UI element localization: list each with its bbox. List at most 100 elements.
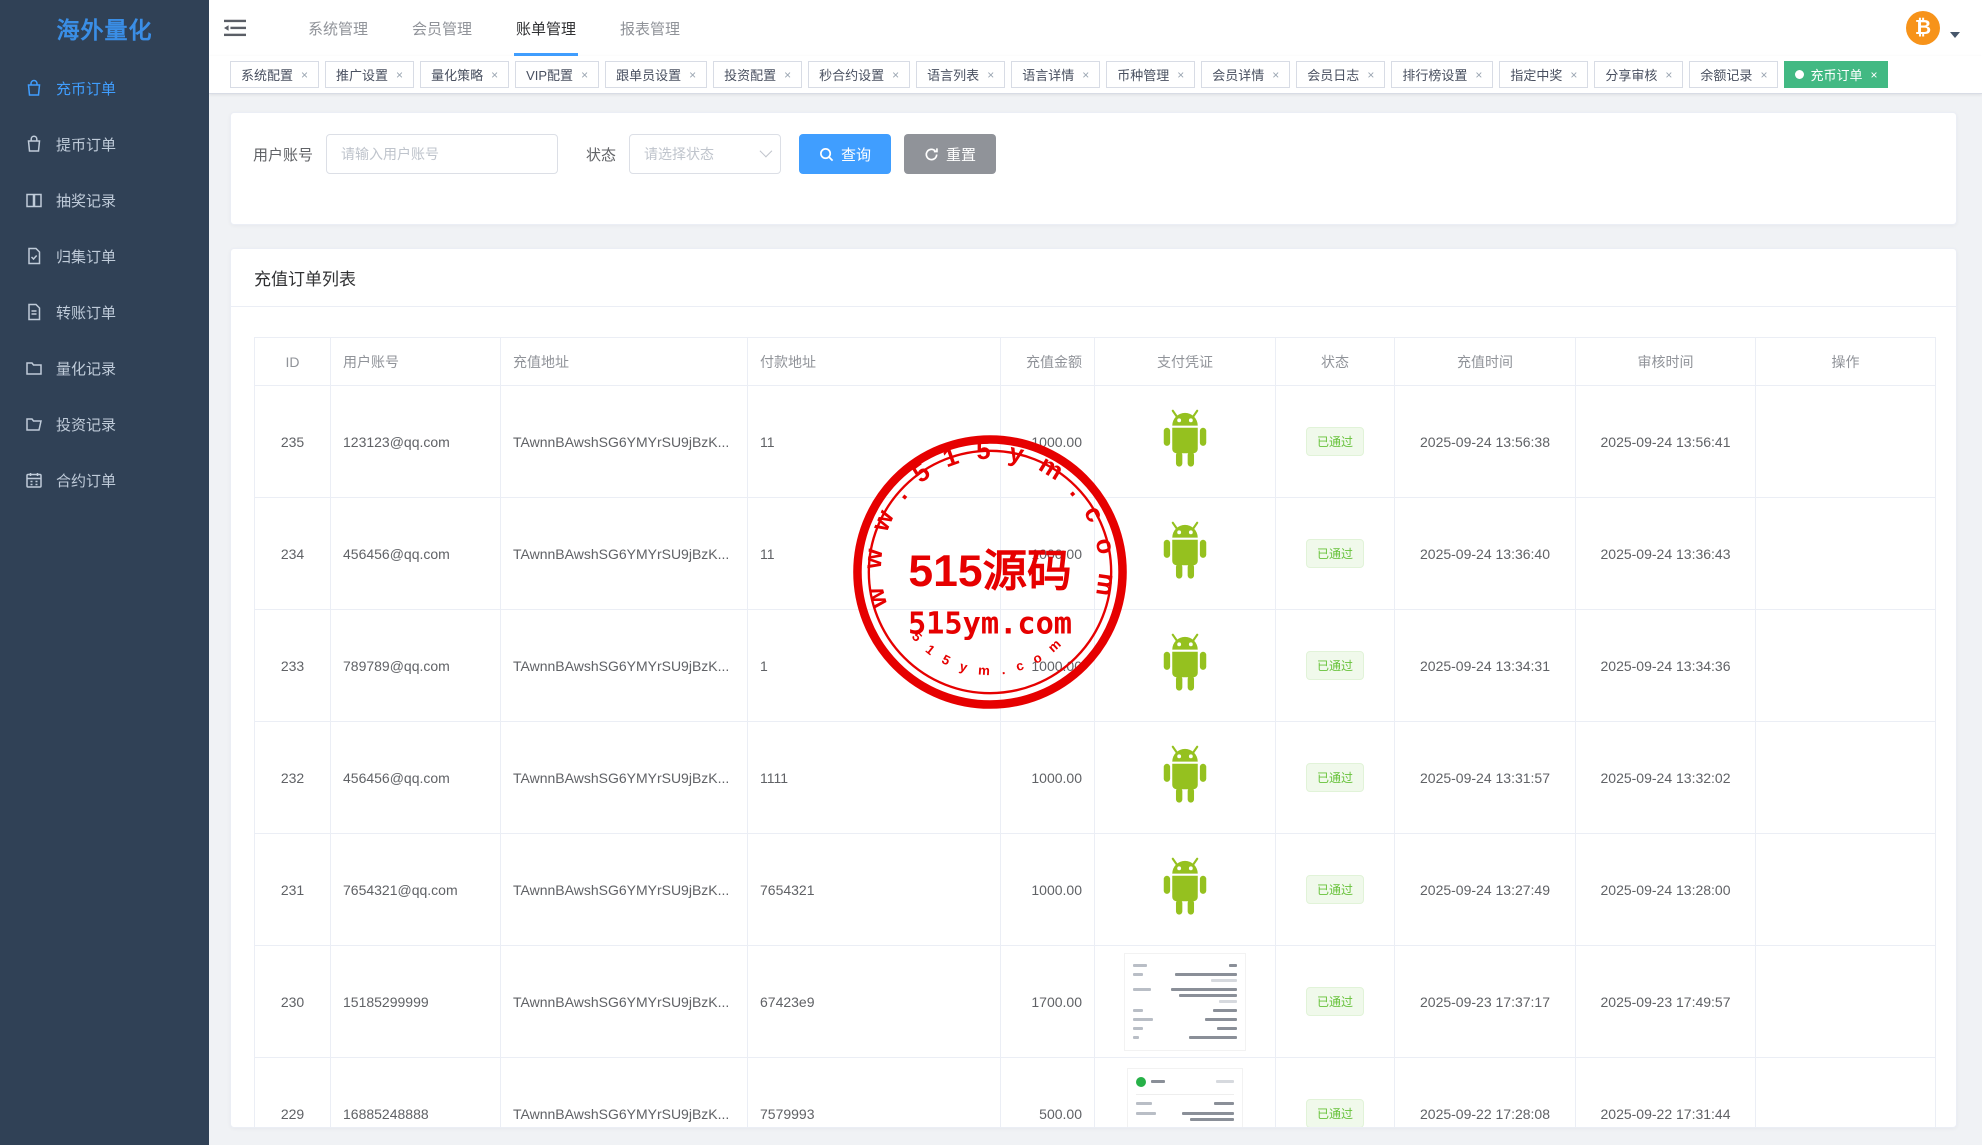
sidebar: 海外量化 充币订单 提币订单 抽奖记录 归集订单 转账订单 量化记录 投资记录 合约订单 [0,0,209,1145]
card-title: 充值订单列表 [231,249,1956,307]
cell-audit_time: 2025-09-24 13:32:02 [1575,721,1756,834]
sidebar-item-投资记录[interactable]: 投资记录 [0,396,209,452]
cell-deposit_address: TAwnnBAwshSG6YMYrSU9jBzK... [500,385,748,498]
sidebar-item-转账订单[interactable]: 转账订单 [0,284,209,340]
sidebar-item-提币订单[interactable]: 提币订单 [0,116,209,172]
top-navbar: 系统管理 会员管理 账单管理 报表管理 ₿ [209,0,1982,56]
cell-action [1755,609,1936,722]
user-dropdown-caret-icon[interactable] [1950,32,1960,38]
tag-充币订单[interactable]: 充币订单 × [1784,61,1889,88]
close-icon[interactable]: × [1570,68,1577,82]
sidebar-item-合约订单[interactable]: 合约订单 [0,452,209,508]
column-header-account: 用户账号 [330,337,501,386]
cell-voucher [1094,1057,1276,1127]
search-button[interactable]: 查询 [799,134,892,174]
android-icon[interactable] [1151,630,1219,698]
tag-会员日志[interactable]: 会员日志 × [1296,61,1386,88]
cell-deposit_address: TAwnnBAwshSG6YMYrSU9jBzK... [500,497,748,610]
cell-amount: 1700.00 [1000,945,1095,1058]
tag-量化策略[interactable]: 量化策略 × [420,61,510,88]
tag-秒合约设置[interactable]: 秒合约设置 × [808,61,911,88]
cell-action [1755,833,1936,946]
cell-pay_address: 1111 [747,721,1001,834]
sidebar-toggle-icon[interactable] [224,18,246,38]
tag-指定中奖[interactable]: 指定中奖 × [1499,61,1589,88]
order-list-card: 充值订单列表 ID 用户账号 充值地址 付款地址 充值金额 支付凭证 状态 充值时间 审核时间操… [230,248,1957,1128]
tag-语言列表[interactable]: 语言列表 × [916,61,1006,88]
receipt-text-image[interactable] [1124,952,1246,1051]
cell-id: 229 [254,1057,331,1127]
close-icon[interactable]: × [1082,68,1089,82]
user-area: ₿ [1906,11,1960,45]
close-icon[interactable]: × [1272,68,1279,82]
column-header-deposit_address: 充值地址 [500,337,748,386]
cell-amount: 1000.00 [1000,497,1095,610]
sidebar-item-量化记录[interactable]: 量化记录 [0,340,209,396]
nav-menu-系统管理[interactable]: 系统管理 [286,0,390,56]
cell-status: 已通过 [1275,945,1395,1058]
status-badge: 已通过 [1305,1099,1364,1127]
close-icon[interactable]: × [1870,68,1877,82]
close-icon[interactable]: × [1665,68,1672,82]
sidebar-item-抽奖记录[interactable]: 抽奖记录 [0,172,209,228]
tag-投资配置[interactable]: 投资配置 × [713,61,803,88]
receipt-card-image[interactable] [1127,1067,1243,1127]
tag-币种管理[interactable]: 币种管理 × [1106,61,1196,88]
close-icon[interactable]: × [689,68,696,82]
user-avatar-bitcoin-icon[interactable]: ₿ [1906,11,1940,45]
sidebar-item-label: 提币订单 [56,136,117,154]
close-icon[interactable]: × [301,68,308,82]
close-icon[interactable]: × [987,68,994,82]
sidebar-item-label: 充币订单 [56,80,117,98]
nav-menu-报表管理[interactable]: 报表管理 [598,0,702,56]
sidebar-item-label: 合约订单 [56,472,117,490]
cell-audit_time: 2025-09-24 13:34:36 [1575,609,1756,722]
tag-label: 推广设置 [336,68,389,83]
cell-account: 123123@qq.com [330,385,501,498]
filter-card: 用户账号 状态 请选择状态 查询 [230,112,1957,225]
close-icon[interactable]: × [892,68,899,82]
close-icon[interactable]: × [491,68,498,82]
close-icon[interactable]: × [581,68,588,82]
android-icon[interactable] [1151,854,1219,922]
cell-status: 已通过 [1275,833,1395,946]
nav-menu-账单管理[interactable]: 账单管理 [494,0,598,56]
table-row: 234 456456@qq.com TAwnnBAwshSG6YMYrSU9jBzK… [254,497,1936,610]
status-label: 状态 [586,146,617,164]
cell-action [1755,1057,1936,1127]
close-icon[interactable]: × [1177,68,1184,82]
tag-余额记录[interactable]: 余额记录 × [1689,61,1779,88]
sidebar-item-label: 抽奖记录 [56,192,117,210]
android-icon[interactable] [1151,742,1219,810]
tag-VIP配置[interactable]: VIP配置 × [515,61,600,88]
cell-id: 231 [254,833,331,946]
cell-deposit_time: 2025-09-22 17:28:08 [1394,1057,1576,1127]
cell-audit_time: 2025-09-24 13:28:00 [1575,833,1756,946]
account-input[interactable] [326,134,559,174]
sidebar-item-充币订单[interactable]: 充币订单 [0,60,209,116]
android-icon[interactable] [1151,406,1219,474]
tag-分享审核[interactable]: 分享审核 × [1594,61,1684,88]
tag-排行榜设置[interactable]: 排行榜设置 × [1391,61,1494,88]
cell-account: 456456@qq.com [330,497,501,610]
close-icon[interactable]: × [1367,68,1374,82]
sidebar-item-归集订单[interactable]: 归集订单 [0,228,209,284]
tag-语言详情[interactable]: 语言详情 × [1011,61,1101,88]
status-select[interactable]: 请选择状态 [629,134,782,174]
cell-amount: 1000.00 [1000,721,1095,834]
close-icon[interactable]: × [1760,68,1767,82]
close-icon[interactable]: × [396,68,403,82]
android-icon[interactable] [1151,518,1219,586]
tag-跟单员设置[interactable]: 跟单员设置 × [605,61,708,88]
close-icon[interactable]: × [1475,68,1482,82]
cell-status: 已通过 [1275,609,1395,722]
close-icon[interactable]: × [784,68,791,82]
sidebar-menu: 充币订单提币订单抽奖记录归集订单 转账订单 量化记录 投资记录合约订单 [0,56,209,508]
cell-amount: 500.00 [1000,1057,1095,1127]
cell-status: 已通过 [1275,721,1395,834]
nav-menu-会员管理[interactable]: 会员管理 [390,0,494,56]
tag-会员详情[interactable]: 会员详情 × [1201,61,1291,88]
tag-系统配置[interactable]: 系统配置 × [230,61,320,88]
tag-推广设置[interactable]: 推广设置 × [325,61,415,88]
reset-button[interactable]: 重置 [904,134,997,174]
